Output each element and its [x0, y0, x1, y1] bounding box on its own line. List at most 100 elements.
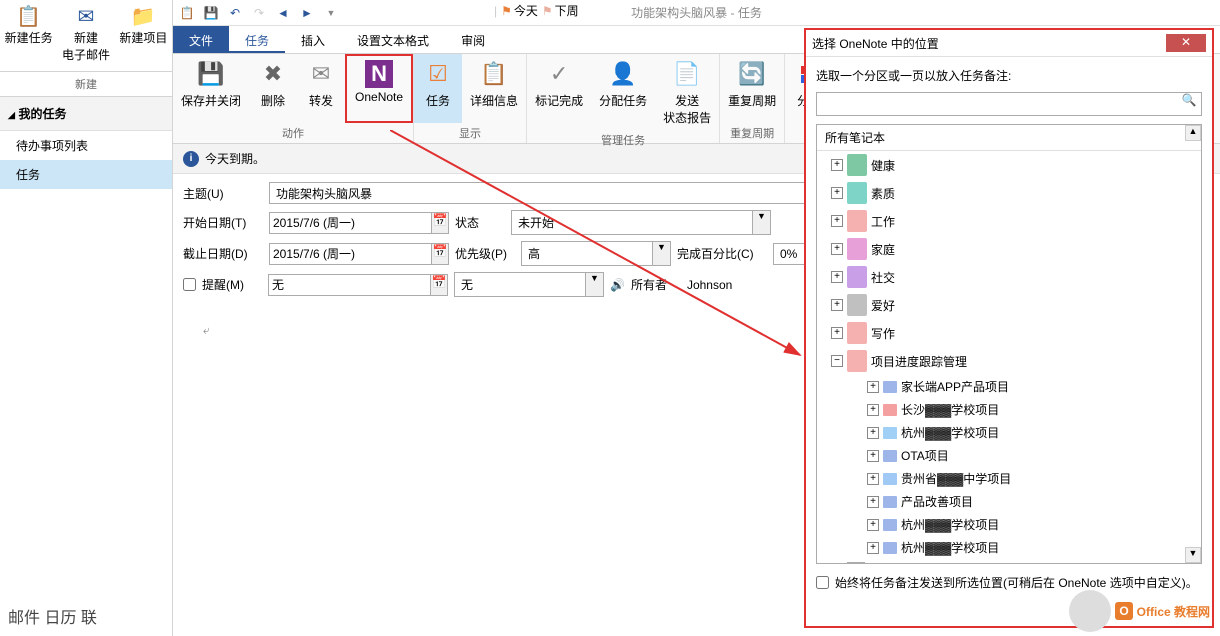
notebook-label: 工作: [871, 213, 895, 230]
always-send-checkbox[interactable]: [816, 576, 829, 589]
send-status-button[interactable]: 📄 发送 状态报告: [655, 54, 719, 130]
notebook-item[interactable]: + 健康: [817, 151, 1201, 179]
qat-customize-icon[interactable]: ▼: [323, 5, 339, 21]
tab-file[interactable]: 文件: [173, 26, 229, 53]
notebook-label: 社交: [871, 269, 895, 286]
qat-prev-icon[interactable]: ◄: [275, 5, 291, 21]
reminder-date-field[interactable]: 📅: [268, 274, 448, 296]
delete-button[interactable]: ✖ 删除: [249, 54, 297, 123]
tree-toggle-icon[interactable]: +: [867, 519, 879, 531]
nav-tasks[interactable]: 任务: [0, 160, 172, 189]
section-item[interactable]: + 产品改善项目: [817, 490, 1201, 513]
tree-toggle-icon[interactable]: +: [831, 327, 843, 339]
tree-toggle-icon[interactable]: +: [867, 473, 879, 485]
start-date-field[interactable]: 📅: [269, 212, 449, 234]
tree-toggle-icon[interactable]: +: [867, 496, 879, 508]
section-icon: [883, 542, 897, 554]
section-icon: [883, 450, 897, 462]
scroll-up-button[interactable]: ▲: [1185, 125, 1201, 141]
notebook-icon: [847, 350, 867, 372]
section-label: 长沙▓▓▓学校项目: [901, 401, 999, 418]
section-item[interactable]: + 家长端APP产品项目: [817, 375, 1201, 398]
tree-toggle-icon[interactable]: +: [867, 381, 879, 393]
search-input[interactable]: [817, 93, 1177, 115]
notebook-label: 写作: [871, 325, 895, 342]
section-item[interactable]: + OTA项目: [817, 444, 1201, 467]
reminder-label: 提醒(M): [202, 276, 262, 293]
new-task-button[interactable]: 📋 新建任务: [0, 0, 57, 71]
notebook-item[interactable]: + 写作: [817, 319, 1201, 347]
onenote-button[interactable]: N OneNote: [345, 54, 413, 123]
search-icon[interactable]: 🔍: [1177, 93, 1201, 115]
calendar-icon[interactable]: 📅: [432, 243, 449, 265]
new-email-button[interactable]: ✉ 新建 电子邮件: [57, 0, 114, 71]
new-items-button[interactable]: 📁 新建项目: [115, 0, 172, 71]
notebook-item[interactable]: + 家庭: [817, 235, 1201, 263]
reminder-time-field[interactable]: 无 ▼: [454, 272, 604, 297]
top-flag-toolbar: | ⚑今天 ⚑下周: [494, 2, 579, 19]
qat-redo-icon[interactable]: ↷: [251, 5, 267, 21]
qat-next-icon[interactable]: ►: [299, 5, 315, 21]
notebook-item[interactable]: + 工作: [817, 207, 1201, 235]
tree-toggle-icon[interactable]: +: [867, 404, 879, 416]
main-ribbon-new-group: 📋 新建任务 ✉ 新建 电子邮件 📁 新建项目: [0, 0, 172, 72]
section-item[interactable]: + 贵州省▓▓▓中学项目: [817, 467, 1201, 490]
calendar-icon[interactable]: 📅: [431, 274, 448, 296]
close-button[interactable]: ✕: [1166, 34, 1206, 52]
nav-todo-list[interactable]: 待办事项列表: [0, 131, 172, 160]
notebook-item[interactable]: − 项目进度跟踪管理: [817, 347, 1201, 375]
tree-toggle-icon[interactable]: −: [831, 355, 843, 367]
chevron-down-icon[interactable]: ▼: [586, 272, 604, 297]
notebook-item[interactable]: + 爱好: [817, 291, 1201, 319]
quick-notes-item[interactable]: + 📄 快速笔记: [817, 559, 1201, 564]
task-app-icon: 📋: [179, 5, 195, 21]
tab-task[interactable]: 任务: [229, 26, 285, 53]
chevron-down-icon[interactable]: ▼: [653, 241, 671, 266]
section-label: 杭州▓▓▓学校项目: [901, 539, 999, 556]
recurrence-button[interactable]: 🔄 重复周期: [720, 54, 784, 123]
due-date-field[interactable]: 📅: [269, 243, 449, 265]
mark-complete-button[interactable]: ✓ 标记完成: [527, 54, 591, 130]
priority-select[interactable]: 高 ▼: [521, 241, 671, 266]
tree-toggle-icon[interactable]: +: [831, 159, 843, 171]
task-view-button[interactable]: ☑ 任务: [414, 54, 462, 123]
notebook-item[interactable]: + 社交: [817, 263, 1201, 291]
tree-toggle-icon[interactable]: +: [831, 271, 843, 283]
section-item[interactable]: + 长沙▓▓▓学校项目: [817, 398, 1201, 421]
reminder-checkbox[interactable]: [183, 278, 196, 291]
calendar-icon[interactable]: 📅: [432, 212, 449, 234]
qat-save-icon[interactable]: 💾: [203, 5, 219, 21]
forward-button[interactable]: ✉ 转发: [297, 54, 345, 123]
nav-footer-tabs[interactable]: 邮件 日历 联: [0, 596, 173, 636]
save-close-button[interactable]: 💾 保存并关闭: [173, 54, 249, 123]
scroll-down-button[interactable]: ▼: [1185, 547, 1201, 563]
tree-toggle-icon[interactable]: +: [867, 542, 879, 554]
tree-toggle-icon[interactable]: +: [831, 187, 843, 199]
notebook-icon: [847, 322, 867, 344]
my-tasks-header[interactable]: ◢ 我的任务: [0, 97, 172, 131]
section-item[interactable]: + 杭州▓▓▓学校项目: [817, 513, 1201, 536]
section-icon: [883, 496, 897, 508]
details-button[interactable]: 📋 详细信息: [462, 54, 526, 123]
priority-label: 优先级(P): [455, 245, 515, 262]
tree-toggle-icon[interactable]: +: [831, 215, 843, 227]
flag-next-week[interactable]: ⚑下周: [542, 2, 579, 19]
dialog-instruction: 选取一个分区或一页以放入任务备注:: [816, 67, 1202, 84]
section-item[interactable]: + 杭州▓▓▓学校项目: [817, 536, 1201, 559]
status-select[interactable]: 未开始 ▼: [511, 210, 771, 235]
sound-icon[interactable]: 🔊: [610, 278, 625, 292]
flag-today[interactable]: ⚑今天: [501, 2, 538, 19]
tree-toggle-icon[interactable]: +: [867, 427, 879, 439]
tree-toggle-icon[interactable]: +: [867, 450, 879, 462]
send-status-icon: 📄: [671, 58, 703, 90]
tree-toggle-icon[interactable]: +: [831, 299, 843, 311]
qat-undo-icon[interactable]: ↶: [227, 5, 243, 21]
tree-toggle-icon[interactable]: +: [831, 243, 843, 255]
tab-format[interactable]: 设置文本格式: [341, 26, 445, 53]
tab-insert[interactable]: 插入: [285, 26, 341, 53]
tab-review[interactable]: 审阅: [445, 26, 501, 53]
assign-task-button[interactable]: 👤 分配任务: [591, 54, 655, 130]
notebook-item[interactable]: + 素质: [817, 179, 1201, 207]
section-item[interactable]: + 杭州▓▓▓学校项目: [817, 421, 1201, 444]
chevron-down-icon[interactable]: ▼: [753, 210, 771, 235]
